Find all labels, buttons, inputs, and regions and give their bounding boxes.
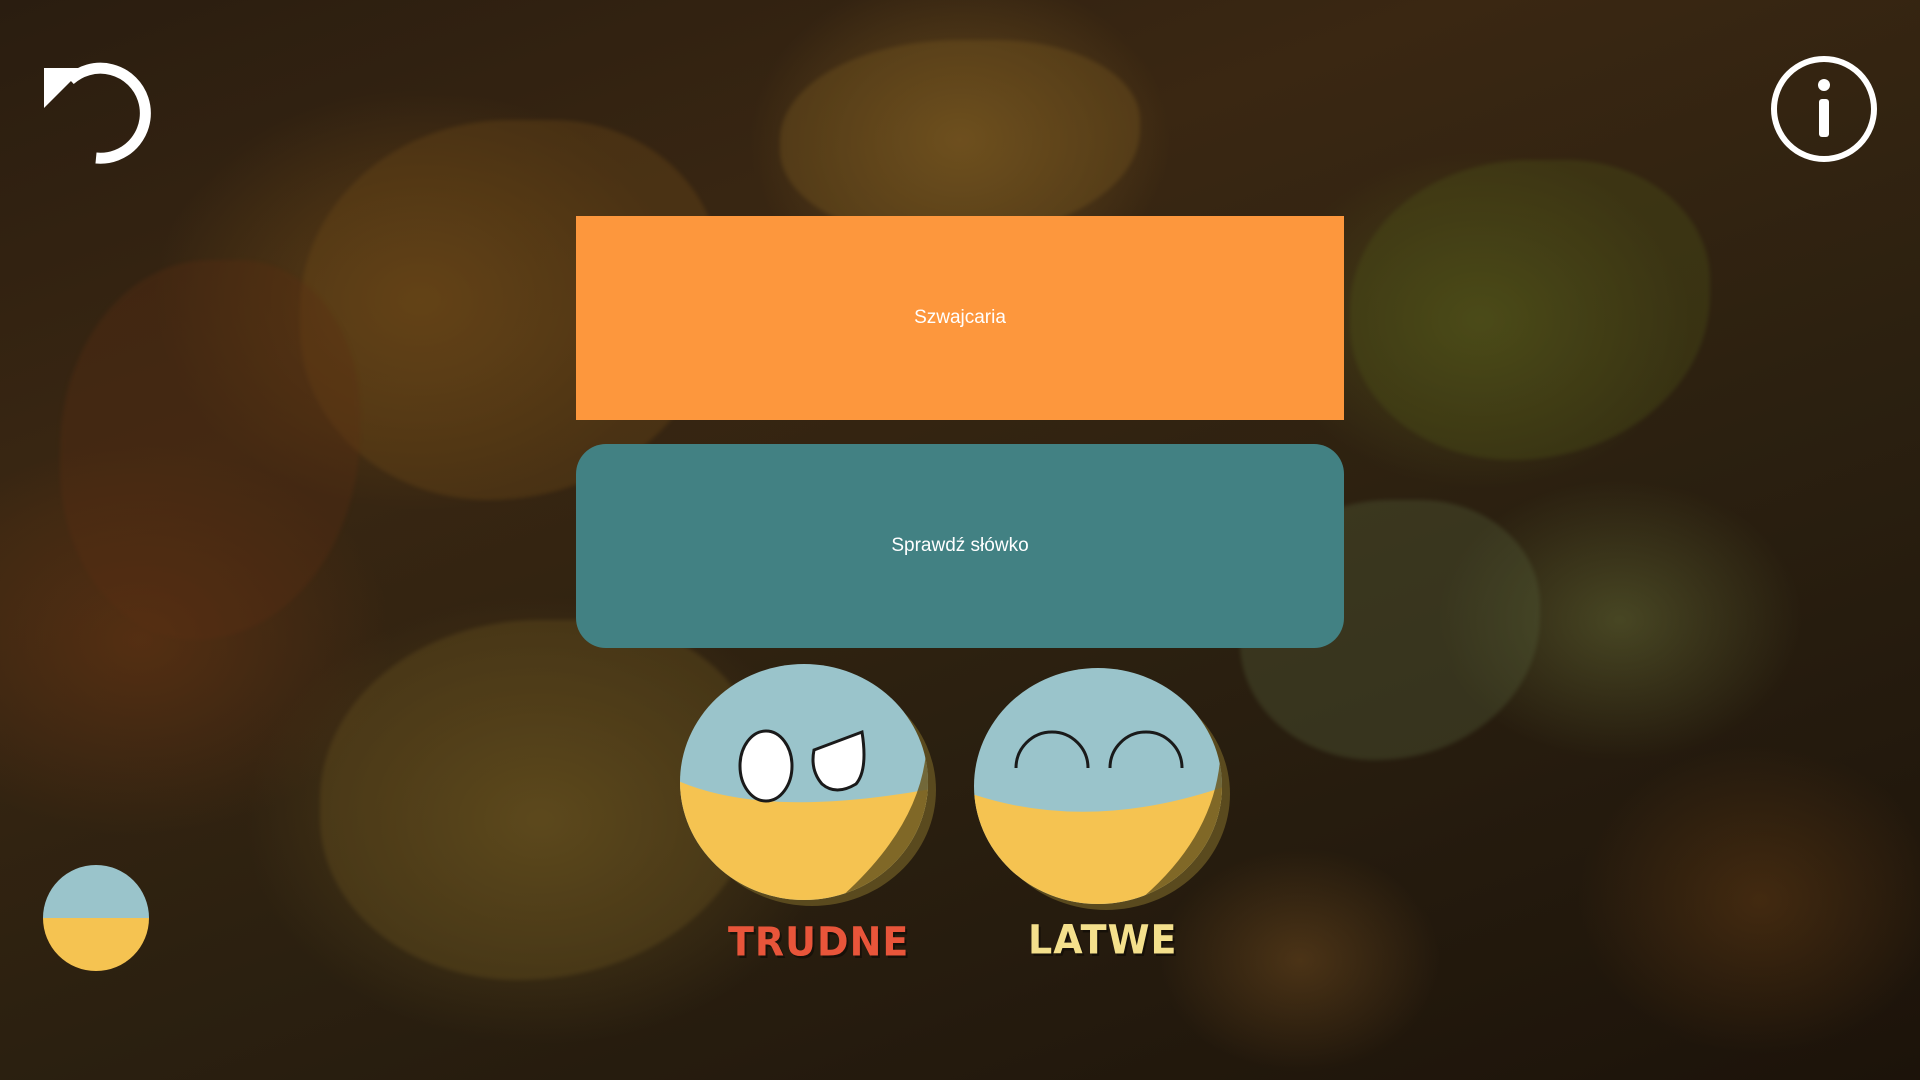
info-icon bbox=[1771, 56, 1877, 162]
check-word-button[interactable]: Sprawdź słówko bbox=[576, 444, 1344, 648]
check-word-label: Sprawdź słówko bbox=[891, 535, 1029, 556]
background-leaf bbox=[780, 40, 1140, 240]
background-leaf bbox=[60, 260, 360, 640]
info-button[interactable] bbox=[1768, 53, 1880, 165]
flag-ball-button[interactable] bbox=[42, 864, 150, 972]
screen: Szwajcaria Sprawdź słówko TRUDNE LATWE bbox=[0, 0, 1920, 1080]
easy-face-icon bbox=[974, 668, 1230, 910]
flag-ball-icon bbox=[43, 865, 149, 971]
hard-face-icon bbox=[680, 664, 936, 906]
easy-face-button[interactable] bbox=[972, 664, 1232, 914]
word-card: Szwajcaria bbox=[576, 216, 1344, 420]
hard-face-button[interactable] bbox=[676, 660, 936, 910]
easy-label[interactable]: LATWE bbox=[1028, 917, 1177, 963]
hard-label[interactable]: TRUDNE bbox=[728, 919, 909, 965]
undo-button[interactable] bbox=[40, 50, 152, 165]
word-text: Szwajcaria bbox=[914, 307, 1006, 328]
background-leaf bbox=[1350, 160, 1710, 460]
undo-icon bbox=[44, 62, 151, 164]
